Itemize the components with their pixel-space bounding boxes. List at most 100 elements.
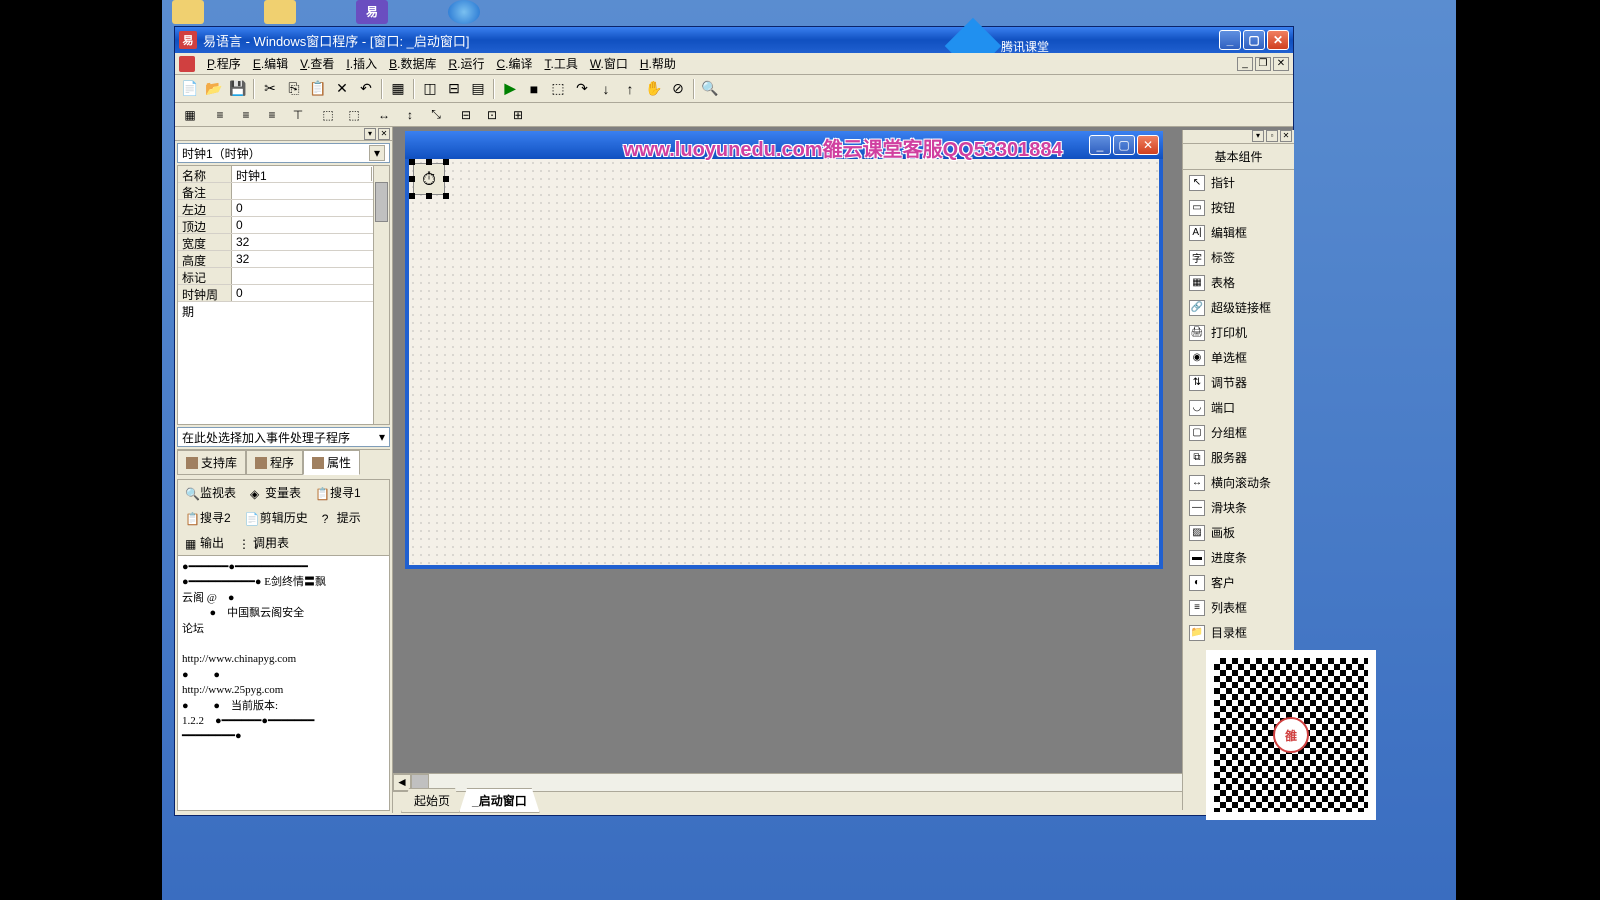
step-over-icon[interactable]: ↷ bbox=[571, 78, 593, 100]
property-row[interactable]: 顶边0 bbox=[178, 217, 389, 234]
menu-工具[interactable]: T.工具 bbox=[539, 53, 584, 74]
doc-tab-起始页[interactable]: 起始页 bbox=[401, 788, 463, 813]
prop-value[interactable]: 时钟1… bbox=[232, 166, 389, 182]
component-表格[interactable]: ▦表格 bbox=[1183, 270, 1294, 295]
scroll-left-icon[interactable]: ◄ bbox=[393, 774, 411, 791]
resize-handle[interactable] bbox=[443, 159, 449, 165]
dist-v-icon[interactable]: ⬚ bbox=[343, 105, 365, 125]
component-端口[interactable]: ◡端口 bbox=[1183, 395, 1294, 420]
resize-handle[interactable] bbox=[443, 193, 449, 199]
step-out-icon[interactable]: ↑ bbox=[619, 78, 641, 100]
component-单选框[interactable]: ◉单选框 bbox=[1183, 345, 1294, 370]
mdi-restore[interactable]: ❐ bbox=[1255, 57, 1271, 71]
delete-icon[interactable]: ✕ bbox=[331, 78, 353, 100]
left-tab-属性[interactable]: 属性 bbox=[303, 450, 360, 475]
lower-tab-搜寻1[interactable]: 📋搜寻1 bbox=[308, 480, 368, 505]
menu-运行[interactable]: R.运行 bbox=[442, 53, 490, 74]
step-into-icon[interactable]: ↓ bbox=[595, 78, 617, 100]
lower-tab-变量表[interactable]: ◈变量表 bbox=[243, 480, 308, 505]
center-b-icon[interactable]: ⊞ bbox=[507, 105, 529, 125]
component-编辑框[interactable]: A|编辑框 bbox=[1183, 220, 1294, 245]
resize-handle[interactable] bbox=[443, 176, 449, 182]
align-center-icon[interactable]: ≡ bbox=[235, 105, 257, 125]
form-maximize-icon[interactable]: ▢ bbox=[1113, 135, 1135, 155]
component-服务器[interactable]: ⧉服务器 bbox=[1183, 445, 1294, 470]
menu-帮助[interactable]: H.帮助 bbox=[634, 53, 682, 74]
property-row[interactable]: 高度32 bbox=[178, 251, 389, 268]
form-body[interactable] bbox=[409, 159, 1159, 565]
component-目录框[interactable]: 📁目录框 bbox=[1183, 620, 1294, 645]
lower-tab-输出[interactable]: ▦输出 bbox=[178, 530, 231, 555]
property-row[interactable]: 名称时钟1… bbox=[178, 166, 389, 183]
component-打印机[interactable]: 🖨打印机 bbox=[1183, 320, 1294, 345]
menu-编辑[interactable]: E.编辑 bbox=[247, 53, 294, 74]
mdi-close[interactable]: ✕ bbox=[1273, 57, 1289, 71]
component-标签[interactable]: 字标签 bbox=[1183, 245, 1294, 270]
dropdown-icon[interactable]: ▾ bbox=[379, 430, 385, 444]
prop-value[interactable]: 32 bbox=[232, 251, 389, 267]
panel3-icon[interactable]: ▤ bbox=[467, 78, 489, 100]
palette-pin-icon[interactable]: ▫ bbox=[1266, 130, 1278, 142]
timer-component[interactable] bbox=[413, 163, 445, 195]
panel-dock-icon[interactable]: ▾ bbox=[364, 128, 376, 140]
dropdown-icon[interactable]: ▾ bbox=[369, 145, 385, 161]
menu-数据库[interactable]: B.数据库 bbox=[383, 53, 442, 74]
save-icon[interactable]: 💾 bbox=[227, 78, 249, 100]
menu-编译[interactable]: C.编译 bbox=[490, 53, 538, 74]
prop-value[interactable] bbox=[232, 268, 389, 284]
run-icon[interactable]: ▶ bbox=[499, 78, 521, 100]
size-w-icon[interactable]: ↔ bbox=[373, 105, 395, 125]
maximize-button[interactable]: ▢ bbox=[1243, 30, 1265, 50]
resize-handle[interactable] bbox=[426, 193, 432, 199]
resize-handle[interactable] bbox=[409, 193, 415, 199]
ie-icon[interactable] bbox=[448, 0, 480, 24]
object-selector[interactable]: 时钟1（时钟） ▾ bbox=[177, 143, 390, 163]
component-客户[interactable]: ◐客户 bbox=[1183, 570, 1294, 595]
component-指针[interactable]: ↖指针 bbox=[1183, 170, 1294, 195]
lower-tab-搜寻2[interactable]: 📋搜寻2 bbox=[178, 505, 238, 530]
undo-icon[interactable]: ↶ bbox=[355, 78, 377, 100]
panel2-icon[interactable]: ⊟ bbox=[443, 78, 465, 100]
minimize-button[interactable]: _ bbox=[1219, 30, 1241, 50]
open-icon[interactable]: 📂 bbox=[203, 78, 225, 100]
property-row[interactable]: 备注 bbox=[178, 183, 389, 200]
align-right-icon[interactable]: ≡ bbox=[261, 105, 283, 125]
titlebar[interactable]: 易 易语言 - Windows窗口程序 - [窗口: _启动窗口] 腾讯课堂 _… bbox=[175, 27, 1293, 53]
elang-shortcut-icon[interactable]: 易 bbox=[356, 0, 388, 24]
layout-icon[interactable]: ▦ bbox=[387, 78, 409, 100]
palette-dock-icon[interactable]: ▾ bbox=[1252, 130, 1264, 142]
resize-handle[interactable] bbox=[409, 176, 415, 182]
center-v-icon[interactable]: ⊡ bbox=[481, 105, 503, 125]
lower-tab-调用表[interactable]: ⋮⋮⋮调用表 bbox=[231, 530, 296, 555]
folder-icon-1[interactable] bbox=[172, 0, 204, 24]
prop-value[interactable]: 0 bbox=[232, 217, 389, 233]
stop-icon[interactable]: ■ bbox=[523, 78, 545, 100]
mdi-minimize[interactable]: _ bbox=[1237, 57, 1253, 71]
lower-tab-提示[interactable]: ?提示 bbox=[315, 505, 368, 530]
property-row[interactable]: 标记 bbox=[178, 268, 389, 285]
component-横向滚动条[interactable]: ↔横向滚动条 bbox=[1183, 470, 1294, 495]
left-tab-程序[interactable]: 程序 bbox=[246, 450, 303, 475]
property-row[interactable]: 时钟周期0 bbox=[178, 285, 389, 302]
menu-窗口[interactable]: W.窗口 bbox=[584, 53, 634, 74]
breakpoint-icon[interactable]: ✋ bbox=[643, 78, 665, 100]
size-both-icon[interactable]: ⤡ bbox=[425, 105, 447, 125]
resize-handle[interactable] bbox=[426, 159, 432, 165]
find-icon[interactable]: 🔍 bbox=[699, 78, 721, 100]
menu-查看[interactable]: V.查看 bbox=[294, 53, 340, 74]
component-画板[interactable]: ▨画板 bbox=[1183, 520, 1294, 545]
close-button[interactable]: ✕ bbox=[1267, 30, 1289, 50]
prop-value[interactable]: 0 bbox=[232, 285, 389, 301]
panel-close-icon[interactable]: ✕ bbox=[378, 128, 390, 140]
form-minimize-icon[interactable]: _ bbox=[1089, 135, 1111, 155]
property-row[interactable]: 左边0 bbox=[178, 200, 389, 217]
component-分组框[interactable]: ▢分组框 bbox=[1183, 420, 1294, 445]
center-h-icon[interactable]: ⊟ bbox=[455, 105, 477, 125]
paste-icon[interactable]: 📋 bbox=[307, 78, 329, 100]
component-超级链接框[interactable]: 🔗超级链接框 bbox=[1183, 295, 1294, 320]
component-列表框[interactable]: ≡列表框 bbox=[1183, 595, 1294, 620]
lower-tab-剪辑历史[interactable]: 📄剪辑历史 bbox=[238, 505, 315, 530]
component-进度条[interactable]: ▬进度条 bbox=[1183, 545, 1294, 570]
resize-handle[interactable] bbox=[409, 159, 415, 165]
lower-tab-监视表[interactable]: 🔍监视表 bbox=[178, 480, 243, 505]
